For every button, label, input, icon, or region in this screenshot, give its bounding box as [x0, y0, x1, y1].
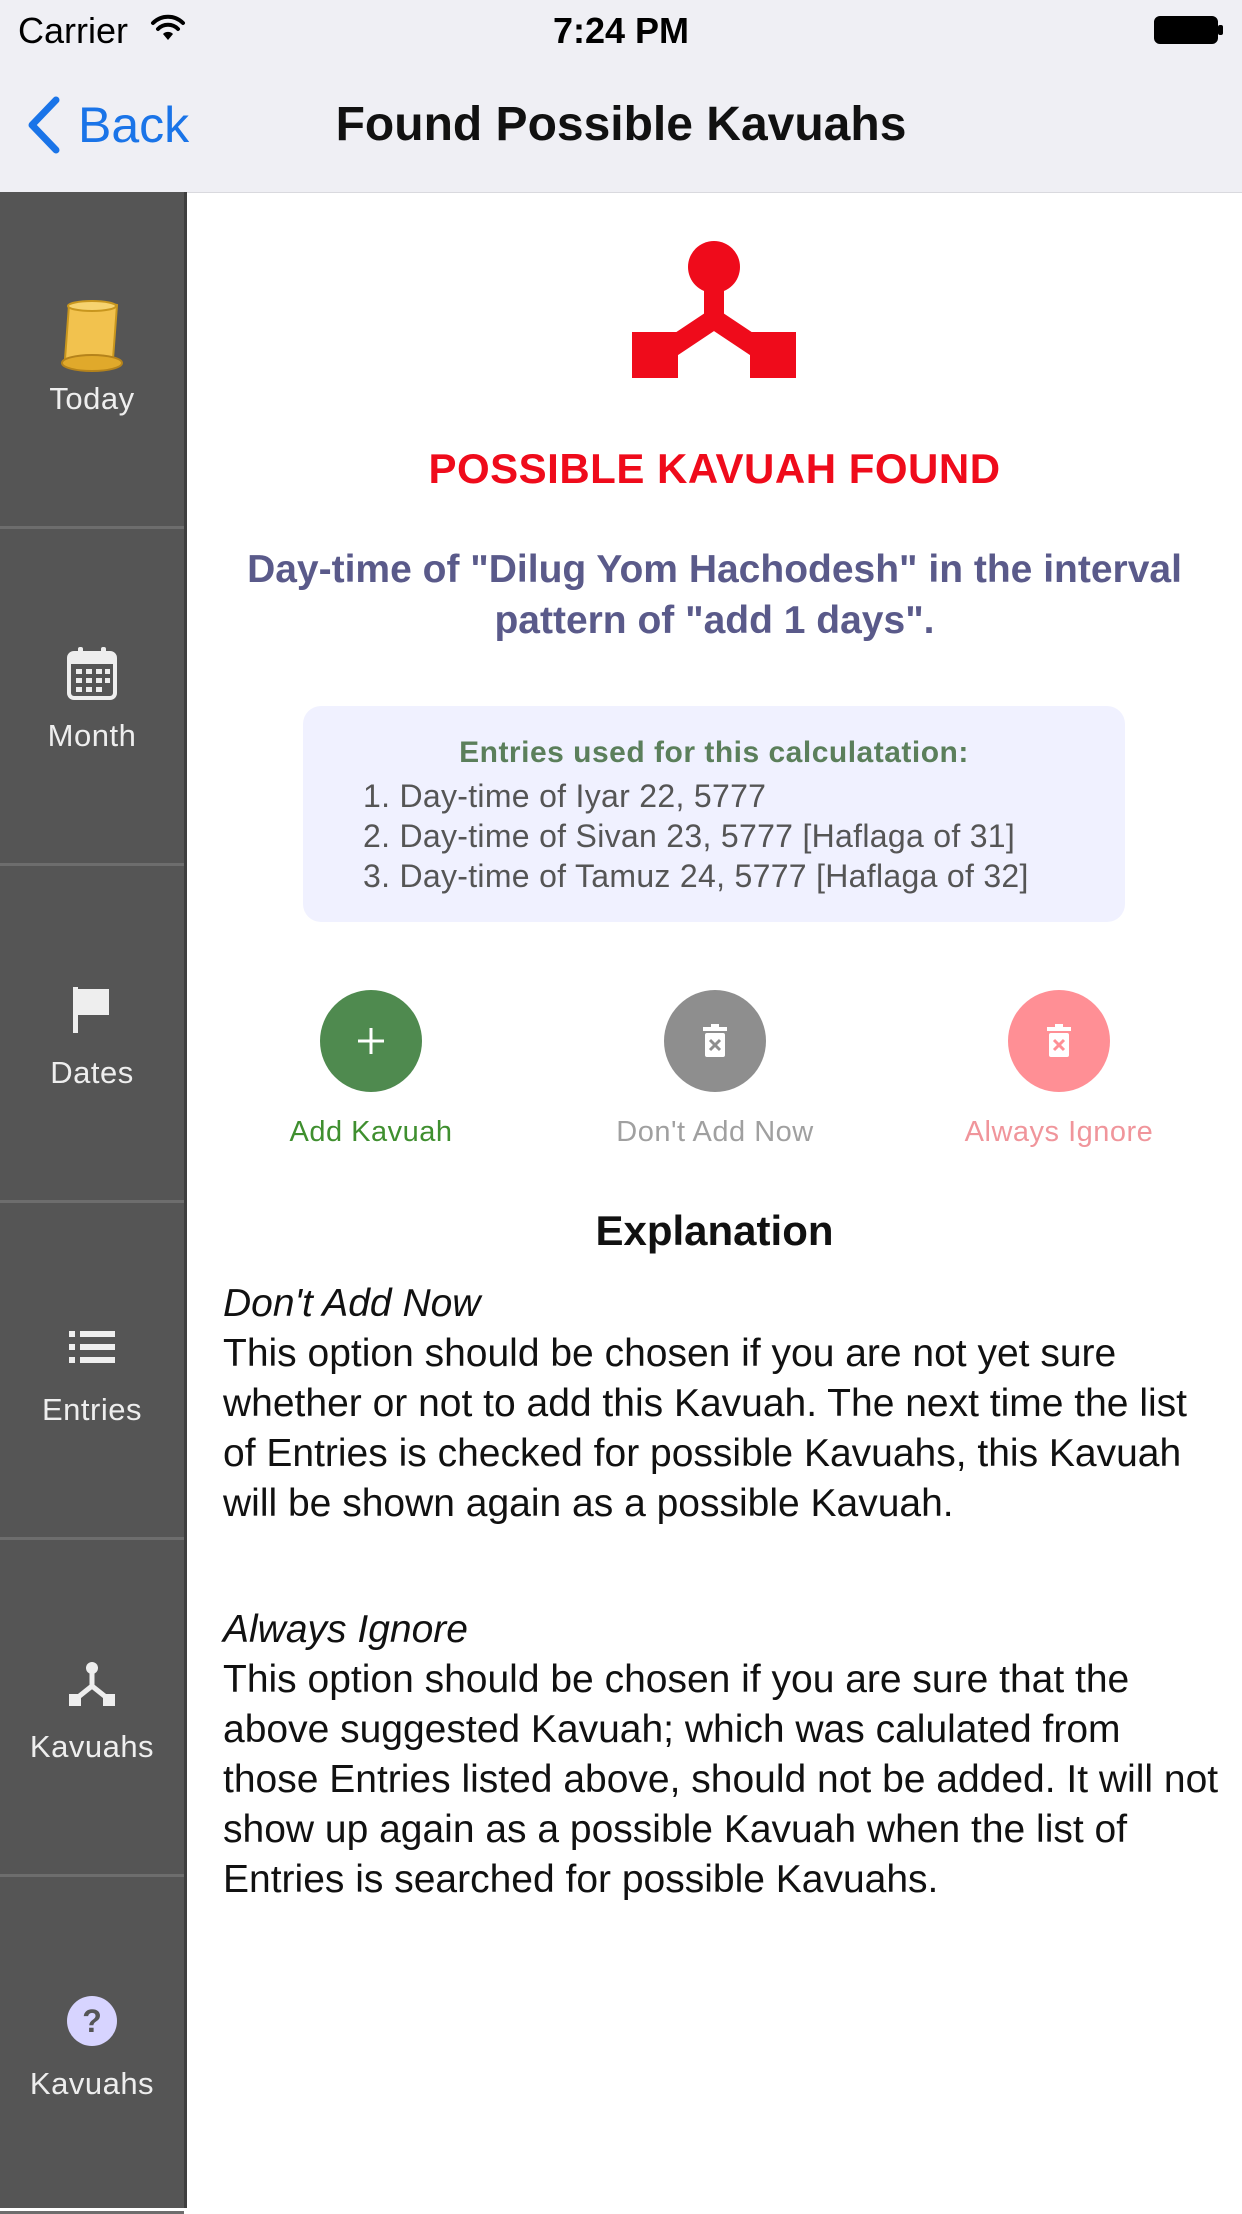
sidebar-item-label: Month — [47, 718, 137, 753]
list-item: 1. Day-time of Iyar 22, 5777 — [363, 778, 767, 814]
kavuah-description: Day-time of "Dilug Yom Hachodesh" in the… — [247, 548, 1182, 642]
sidebar-item-label: Today — [49, 381, 135, 416]
explanation-body: This option should be chosen if you are … — [223, 1658, 1219, 1901]
svg-text:?: ? — [82, 2003, 102, 2039]
add-kavuah-button[interactable]: Add Kavuah — [195, 990, 547, 1160]
explanation-body: This option should be chosen if you are … — [223, 1332, 1187, 1525]
battery-icon — [1154, 16, 1223, 44]
always-ignore-label: Always Ignore — [964, 1116, 1154, 1148]
entries-heading: Entries used for this calculatation: — [459, 736, 969, 769]
navigation-bar: Back Found Possible Kavuahs — [0, 62, 1242, 193]
status-bar: Carrier 7:24 PM — [0, 0, 1242, 62]
calendar-icon — [57, 638, 127, 708]
status-time: 7:24 PM — [552, 10, 690, 51]
dont-add-now-button[interactable]: Don't Add Now — [539, 990, 891, 1160]
dont-add-now-label: Don't Add Now — [616, 1116, 814, 1148]
sidebar-item-kavuahs[interactable]: Kavuahs — [0, 1540, 184, 1877]
plus-icon — [320, 990, 422, 1092]
explanation-heading: Always Ignore — [223, 1608, 468, 1651]
page-title: Found Possible Kavuahs — [335, 98, 907, 151]
explanation-dont-add: Don't Add Now This option should be chos… — [223, 1279, 1223, 1529]
main-content: POSSIBLE KAVUAH FOUND Day-time of "Dilug… — [187, 192, 1242, 2208]
always-ignore-button[interactable]: Always Ignore — [883, 990, 1235, 1160]
add-kavuah-label: Add Kavuah — [289, 1116, 453, 1148]
sidebar-item-label: Entries — [42, 1392, 142, 1427]
found-title: POSSIBLE KAVUAH FOUND — [428, 445, 1001, 492]
explanation-title: Explanation — [595, 1207, 834, 1254]
flag-icon — [57, 975, 127, 1045]
sidebar-item-entries[interactable]: Entries — [0, 1203, 184, 1540]
explanation-always-ignore: Always Ignore This option should be chos… — [223, 1605, 1223, 1905]
sidebar-item-today[interactable]: Today — [0, 192, 184, 529]
sidebar: Today Month Dates Entries Kavuahs ? Kavu… — [0, 192, 187, 2214]
scroll-icon — [57, 300, 127, 372]
sidebar-item-dates[interactable]: Dates — [0, 866, 184, 1203]
trash-icon — [664, 990, 766, 1092]
help-icon: ? — [57, 1986, 127, 2056]
sidebar-item-help[interactable]: ? Kavuahs — [0, 1877, 184, 2214]
list-item: 2. Day-time of Sivan 23, 5777 [Haflaga o… — [363, 818, 1016, 854]
sidebar-item-label: Dates — [50, 1055, 134, 1090]
kavuah-icon — [57, 1649, 127, 1719]
trash-icon — [1008, 990, 1110, 1092]
sidebar-item-label: Kavuahs — [29, 1729, 155, 1764]
sidebar-item-label: Kavuahs — [29, 2066, 155, 2101]
list-icon — [57, 1312, 127, 1382]
list-item: 3. Day-time of Tamuz 24, 5777 [Haflaga o… — [363, 858, 1029, 894]
kavuah-logo-icon — [632, 241, 796, 378]
sidebar-item-month[interactable]: Month — [0, 529, 184, 866]
entries-box: Entries used for this calculatation: 1. … — [303, 706, 1125, 922]
entries-list: 1. Day-time of Iyar 22, 5777 2. Day-time… — [363, 776, 1125, 896]
explanation-heading: Don't Add Now — [223, 1282, 481, 1325]
